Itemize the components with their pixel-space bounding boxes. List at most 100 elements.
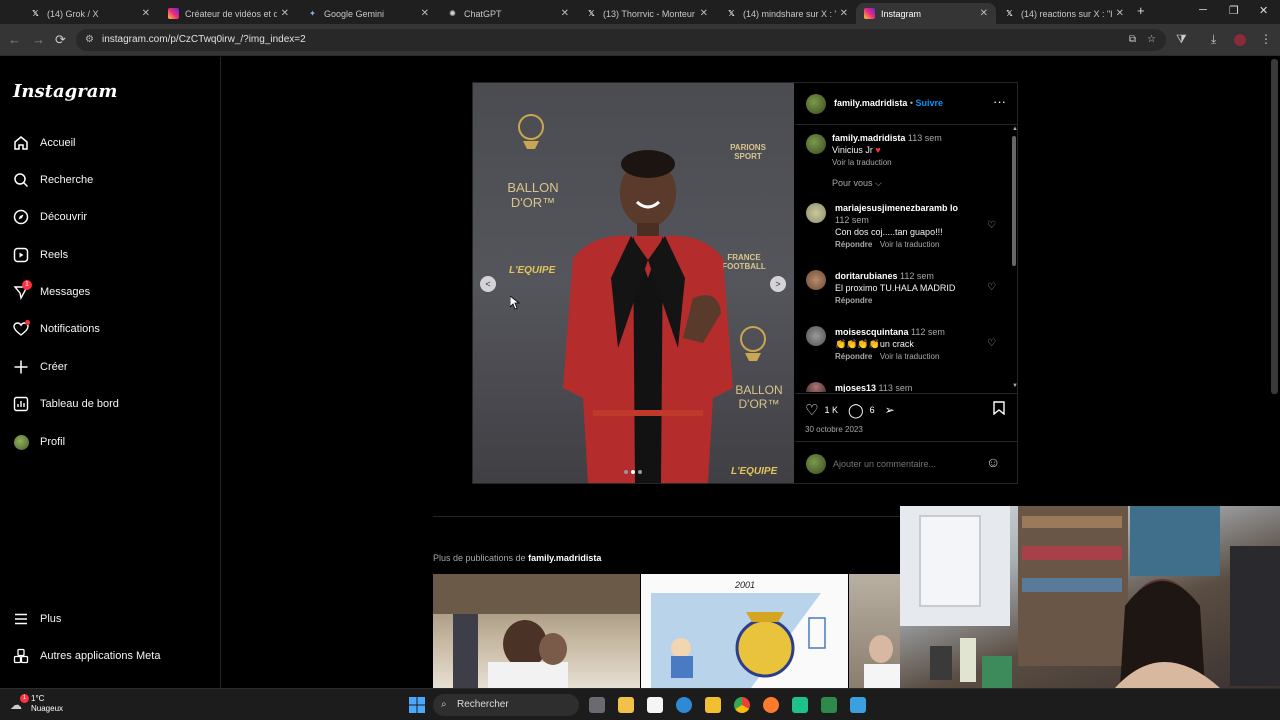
new-tab-icon[interactable]: + [1137, 3, 1145, 18]
sidebar-item-label: Accueil [40, 137, 76, 149]
page-scrollbar-thumb[interactable] [1271, 59, 1278, 394]
bookmark-star-icon[interactable]: ☆ [1147, 29, 1156, 51]
close-tab-icon[interactable]: ✕ [840, 8, 848, 19]
sidebar-item-plus[interactable]: Plus [13, 608, 61, 630]
app-icon[interactable] [821, 697, 837, 713]
comments-scrollbar[interactable]: ▲ ▼ [1010, 126, 1018, 392]
sidebar-item-autres-applications[interactable]: Autres applications Meta [13, 645, 160, 667]
more-posts-username[interactable]: family.madridista [528, 553, 601, 563]
firefox-icon[interactable] [763, 697, 779, 713]
reply-link[interactable]: Répondre [835, 240, 872, 249]
forward-icon[interactable]: → [32, 32, 45, 47]
comment-username[interactable]: moisescquintana [835, 327, 909, 337]
see-translation-link[interactable]: Voir la traduction [880, 352, 940, 361]
browser-tab[interactable]: 𝕏 (14) reactions sur X : "bar ✕ [996, 3, 1132, 24]
commenter-avatar[interactable] [806, 326, 826, 346]
post-thumbnail[interactable] [849, 574, 900, 688]
reply-link[interactable]: Répondre [835, 296, 872, 305]
real-madrid-crest-cartoon [651, 593, 826, 688]
add-comment-input[interactable] [833, 456, 978, 472]
author-avatar[interactable] [806, 94, 826, 114]
commenter-avatar[interactable] [806, 270, 826, 290]
save-bookmark-icon[interactable] [993, 401, 1005, 418]
sidebar-item-tableau-de-bord[interactable]: Tableau de bord [13, 393, 119, 415]
chrome-icon[interactable] [734, 697, 750, 713]
close-tab-icon[interactable]: ✕ [281, 8, 289, 19]
post-thumbnail[interactable] [433, 574, 640, 688]
app-icon[interactable] [792, 697, 808, 713]
post-thumbnail[interactable]: 2001 [641, 574, 848, 688]
sidebar-item-messages[interactable]: 1 Messages [13, 280, 90, 303]
downloads-icon[interactable]: ⤓ [1211, 32, 1216, 47]
url-bar[interactable]: ⚙ instagram.com/p/CzCTwq0irw_/?img_index… [76, 29, 1166, 51]
author-avatar[interactable] [806, 134, 826, 154]
more-options-icon[interactable]: ··· [993, 94, 1006, 109]
comment-username[interactable]: doritarubianes [835, 271, 898, 281]
instagram-logo[interactable]: Instagram [13, 81, 117, 102]
comment-username[interactable]: mariajesusjimenezbaramb lo [835, 203, 958, 213]
close-tab-icon[interactable]: ✕ [561, 8, 569, 19]
close-tab-icon[interactable]: ✕ [421, 8, 429, 19]
browser-tab[interactable]: 𝕏 (14) mindshare sur X : "be ✕ [718, 3, 856, 24]
see-translation-link[interactable]: Voir la traduction [880, 240, 940, 249]
sidebar-item-accueil[interactable]: Accueil [13, 132, 75, 154]
caption-username[interactable]: family.madridista [832, 133, 905, 143]
author-username[interactable]: family.madridista [834, 98, 907, 108]
browser-menu-icon[interactable]: ⋮ [1260, 32, 1272, 46]
comment-text: El proximo TU.HALA MADRID [835, 283, 956, 293]
sidebar-item-creer[interactable]: Créer [13, 356, 68, 378]
scroll-down-icon[interactable]: ▼ [1012, 383, 1018, 389]
close-tab-icon[interactable]: ✕ [1116, 8, 1124, 19]
sidebar-item-recherche[interactable]: Recherche [13, 169, 93, 191]
edge-icon[interactable] [676, 697, 692, 713]
sidebar-item-profil[interactable]: Profil [13, 431, 65, 453]
close-tab-icon[interactable]: ✕ [700, 8, 708, 19]
comment-like-icon[interactable]: ♡ [987, 220, 996, 231]
browser-tab-active[interactable]: Instagram ✕ [856, 3, 996, 24]
see-translation-link[interactable]: Voir la traduction [832, 158, 892, 167]
follow-button[interactable]: Suivre [916, 98, 944, 108]
scrollbar-thumb[interactable] [1012, 136, 1016, 266]
browser-tab[interactable]: ✺ ChatGPT ✕ [439, 3, 577, 24]
like-icon[interactable]: ♡ [805, 401, 818, 419]
browser-tab[interactable]: Créateur de vidéos et d'i ✕ [160, 3, 297, 24]
sidebar-item-reels[interactable]: Reels [13, 244, 68, 266]
install-app-icon[interactable]: ⧉ [1129, 29, 1136, 51]
sidebar-item-notifications[interactable]: Notifications [13, 318, 100, 340]
site-info-icon[interactable]: ⚙ [85, 29, 94, 51]
close-tab-icon[interactable]: ✕ [142, 8, 150, 19]
browser-tab[interactable]: 𝕏 (13) Thorrvic - Monteur V ✕ [578, 3, 716, 24]
minimize-icon[interactable]: ─ [1199, 4, 1207, 16]
reply-link[interactable]: Répondre [835, 352, 872, 361]
comment-like-icon[interactable]: ♡ [987, 338, 996, 349]
weather-widget[interactable]: ☁ 1 [10, 694, 29, 712]
task-view-icon[interactable] [589, 697, 605, 713]
app-icon[interactable] [850, 697, 866, 713]
reload-icon[interactable]: ⟳ [55, 32, 66, 48]
start-button[interactable] [409, 697, 425, 713]
scroll-up-icon[interactable]: ▲ [1012, 126, 1018, 132]
close-window-icon[interactable]: ✕ [1259, 4, 1268, 17]
commenter-avatar[interactable] [806, 382, 826, 392]
browser-tab[interactable]: ✦ Google Gemini ✕ [299, 3, 437, 24]
browser-tab[interactable]: 𝕏 (14) Grok / X ✕ [22, 3, 158, 24]
profile-avatar[interactable] [1234, 34, 1246, 46]
maximize-icon[interactable]: ❐ [1229, 4, 1239, 17]
carousel-prev-button[interactable]: < [480, 276, 496, 292]
comment-username[interactable]: mjoses13 [835, 383, 876, 392]
comment-icon[interactable]: ◯ [848, 402, 864, 419]
share-icon[interactable]: ➢ [885, 403, 895, 417]
comment-like-icon[interactable]: ♡ [987, 282, 996, 293]
carousel-next-button[interactable]: > [770, 276, 786, 292]
emoji-icon[interactable]: ☺ [986, 454, 1000, 470]
store-icon[interactable] [705, 697, 721, 713]
sidebar-item-decouvrir[interactable]: Découvrir [13, 206, 87, 228]
file-explorer-icon[interactable] [618, 697, 634, 713]
extensions-icon[interactable]: ⧩ [1176, 32, 1187, 47]
commenter-avatar[interactable] [806, 203, 826, 223]
sort-dropdown[interactable]: Pour vous ⌵ [832, 178, 882, 189]
close-tab-icon[interactable]: ✕ [980, 8, 988, 19]
taskbar-search[interactable]: ⌕ Rechercher [433, 694, 579, 716]
back-icon[interactable]: ← [8, 32, 21, 47]
notepad-icon[interactable] [647, 697, 663, 713]
